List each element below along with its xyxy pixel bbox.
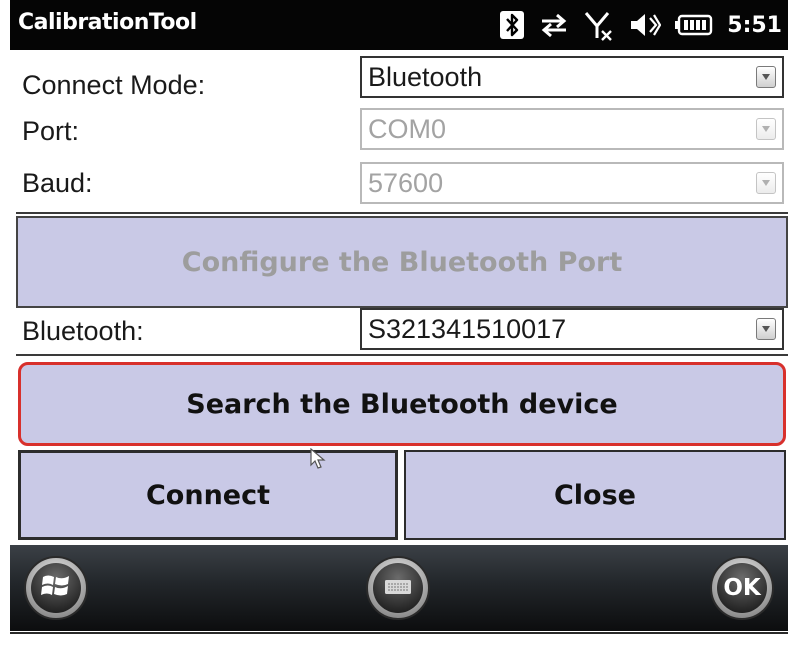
- softkey-bar: OK: [10, 545, 788, 631]
- bluetooth-label: Bluetooth:: [22, 316, 144, 346]
- port-select[interactable]: COM0: [360, 108, 784, 150]
- bottom-border: [10, 632, 788, 634]
- sync-arrows-icon: [539, 10, 569, 40]
- dropdown-arrow-icon[interactable]: [756, 66, 776, 88]
- connect-button[interactable]: Connect: [18, 450, 398, 540]
- app-title: CalibrationTool: [18, 10, 197, 35]
- connect-mode-select[interactable]: Bluetooth: [360, 56, 784, 98]
- bluetooth-device-value: S321341510017: [368, 314, 567, 344]
- speaker-icon: [629, 10, 662, 40]
- no-signal-icon: [583, 9, 615, 41]
- mouse-cursor-icon: [310, 447, 326, 474]
- divider: [16, 212, 788, 214]
- status-area: 5:51: [499, 8, 782, 42]
- port-value: COM0: [368, 114, 447, 144]
- battery-icon: [675, 13, 713, 37]
- dropdown-arrow-icon[interactable]: [756, 172, 776, 194]
- baud-label: Baud:: [22, 168, 93, 198]
- clock: 5:51: [727, 12, 782, 38]
- keyboard-icon: [385, 579, 411, 598]
- windows-logo-icon: [41, 572, 71, 604]
- start-button[interactable]: [24, 556, 88, 620]
- baud-value: 57600: [368, 168, 444, 198]
- connect-mode-label: Connect Mode:: [22, 70, 206, 100]
- ok-label: OK: [723, 575, 761, 601]
- close-button[interactable]: Close: [404, 450, 786, 540]
- baud-select[interactable]: 57600: [360, 162, 784, 204]
- search-bluetooth-device-button[interactable]: Search the Bluetooth device: [18, 362, 786, 446]
- divider: [16, 354, 788, 356]
- bluetooth-icon: [499, 10, 525, 40]
- dropdown-arrow-icon[interactable]: [756, 318, 776, 340]
- title-bar: CalibrationTool 5:51: [10, 0, 788, 50]
- configure-bluetooth-port-button[interactable]: Configure the Bluetooth Port: [16, 216, 788, 308]
- app-window: CalibrationTool 5:51 Connect Mode: Bluet…: [10, 0, 788, 660]
- dropdown-arrow-icon[interactable]: [756, 118, 776, 140]
- bluetooth-device-select[interactable]: S321341510017: [360, 308, 784, 350]
- connect-mode-value: Bluetooth: [368, 62, 483, 92]
- keyboard-button[interactable]: [366, 556, 430, 620]
- port-label: Port:: [22, 116, 80, 146]
- ok-button[interactable]: OK: [710, 556, 774, 620]
